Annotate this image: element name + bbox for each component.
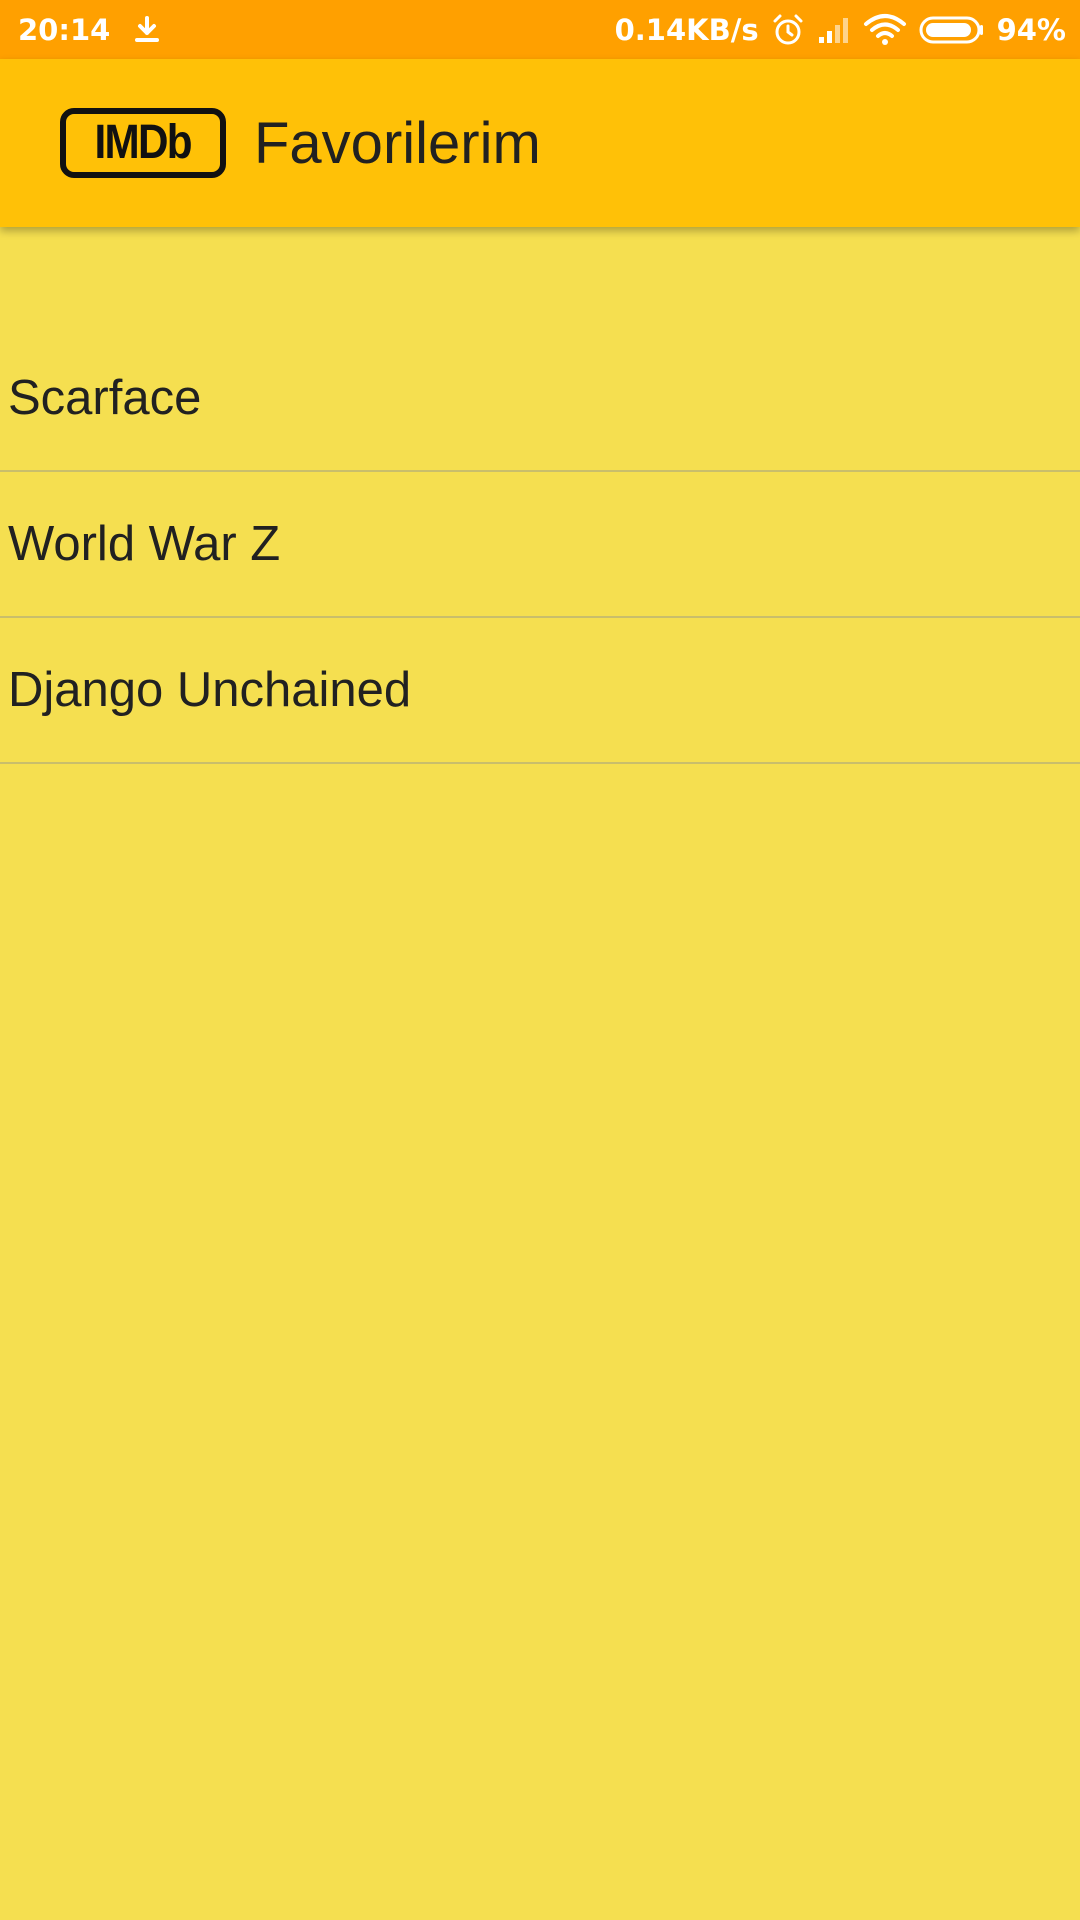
status-time: 20:14 [18,12,111,47]
battery-percent: 94% [996,12,1066,47]
list-item[interactable]: Scarface [0,326,1080,472]
list-item-title: Django Unchained [8,663,412,717]
list-item[interactable]: World War Z [0,472,1080,618]
battery-icon [919,14,985,46]
status-right: 0.14KB/s 94% [615,13,1066,47]
status-left: 20:14 [18,13,162,47]
list-item-title: World War Z [8,517,281,571]
app-bar: IMDb Favorilerim [0,59,1080,227]
list-item-title: Scarface [8,371,202,425]
imdb-logo: IMDb [60,108,226,178]
favorites-list: Scarface World War Z Django Unchained [0,326,1080,764]
page-title: Favorilerim [254,111,541,176]
download-icon [132,15,162,45]
list-item[interactable]: Django Unchained [0,618,1080,764]
alarm-icon [771,13,805,47]
signal-icon [817,15,851,45]
imdb-logo-text: IMDb [94,116,193,169]
status-bar: 20:14 0.14KB/s 94% [0,0,1080,59]
network-speed: 0.14KB/s [614,12,759,47]
wifi-icon [863,13,907,47]
